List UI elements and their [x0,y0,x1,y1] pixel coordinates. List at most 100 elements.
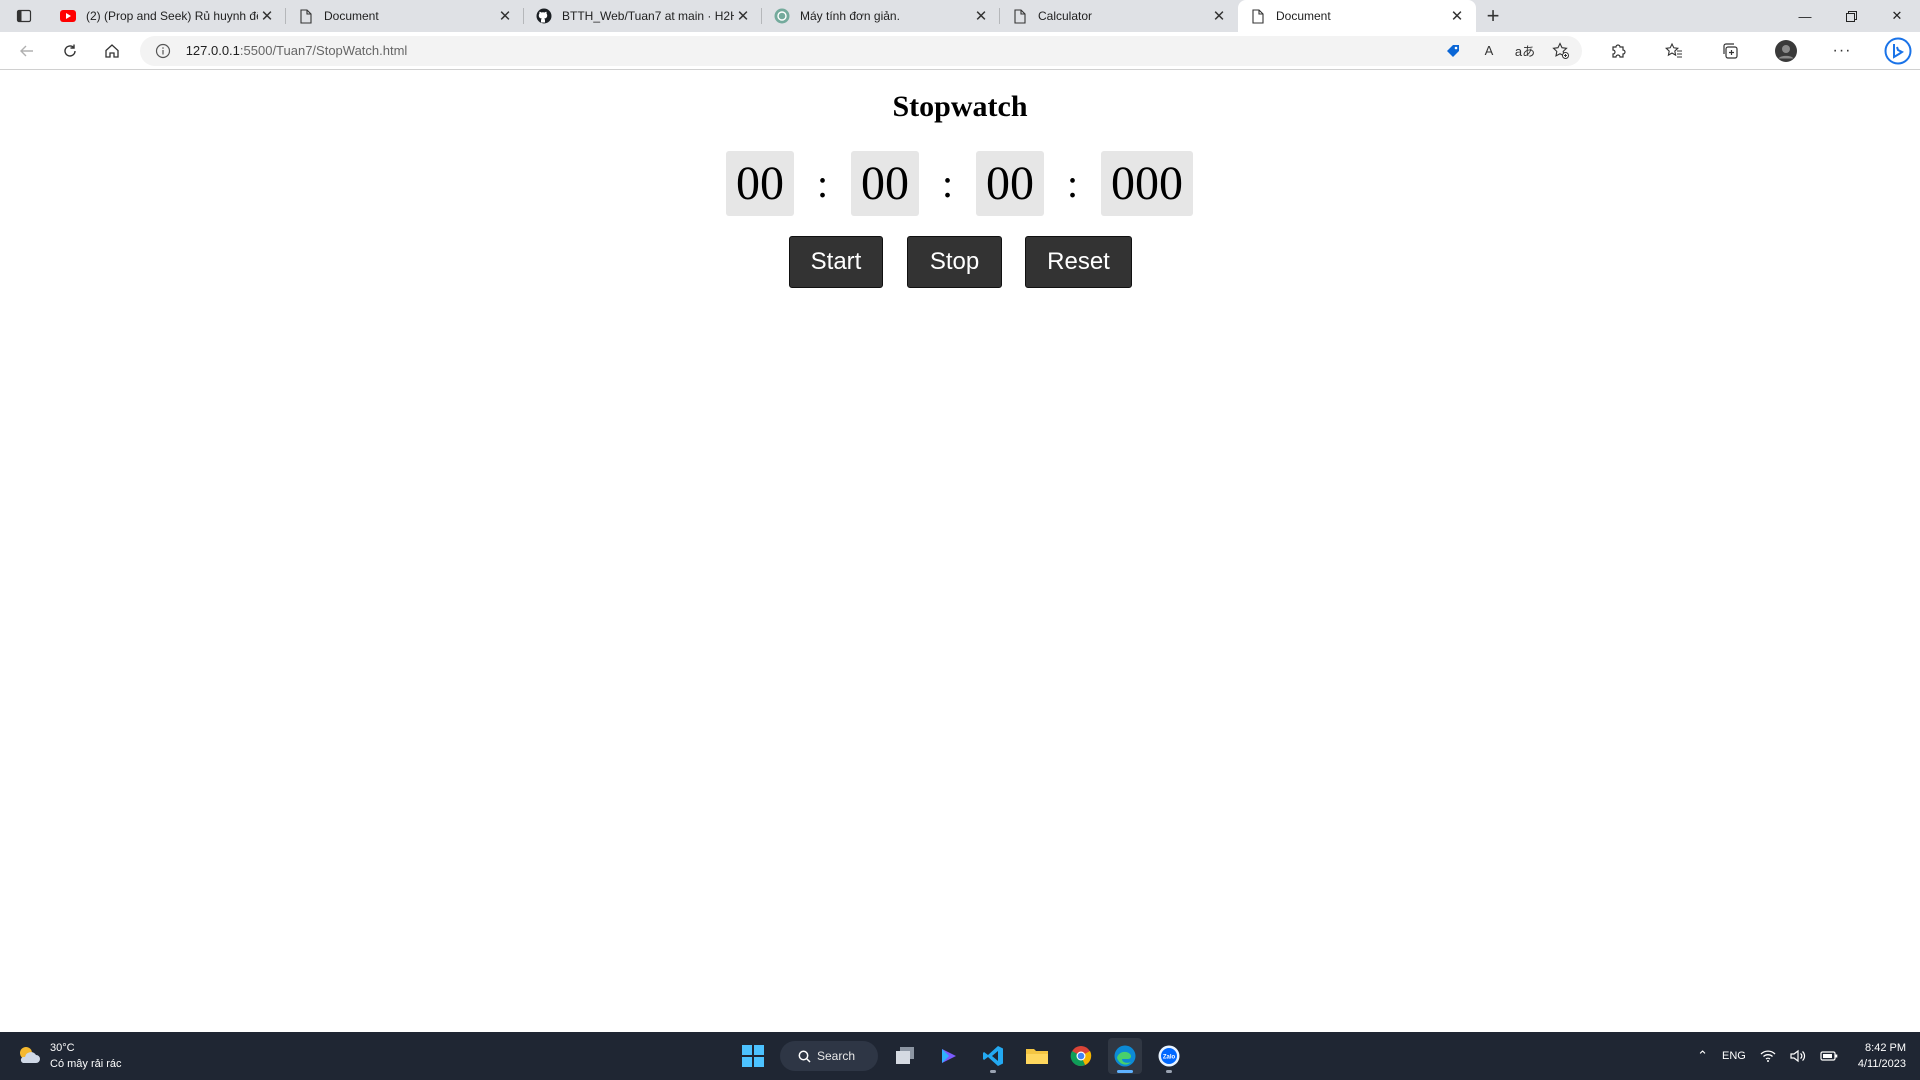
arrow-left-icon [20,45,34,56]
taskbar: 30°C Có mây rải rác Search Zalo ⌃ ENG 8:… [0,1032,1920,1080]
home-button[interactable] [91,35,134,67]
new-tab-button[interactable]: + [1476,0,1510,32]
tab-actions-icon [16,9,32,23]
favorites-button[interactable] [1652,35,1696,67]
address-bar-actions: A aあ [1442,40,1572,62]
vscode-icon [983,1046,1003,1066]
bing-icon [1884,37,1912,64]
puzzle-icon [1612,43,1626,58]
tab-title: Máy tính đơn giản. [800,9,900,23]
close-tab-icon[interactable]: ✕ [1210,7,1228,25]
file-explorer-app[interactable] [1020,1038,1054,1074]
openai-icon [774,8,790,24]
tab-github[interactable]: BTTH_Web/Tuan7 at main · H2H ✕ [524,0,762,32]
edge-icon [1114,1045,1136,1067]
close-tab-icon[interactable]: ✕ [734,7,752,25]
tab-calculator[interactable]: Calculator ✕ [1000,0,1238,32]
stop-button[interactable]: Stop [907,236,1002,288]
close-tab-icon[interactable]: ✕ [972,7,990,25]
chevron-up-icon[interactable]: ⌃ [1697,1048,1708,1064]
collections-icon [1723,42,1738,59]
youtube-icon [60,8,76,24]
tab-title: Calculator [1038,9,1093,23]
zalo-app[interactable]: Zalo [1152,1038,1186,1074]
chrome-app[interactable] [1064,1038,1098,1074]
partly-cloudy-icon [20,1047,40,1063]
milliseconds-display: 000 [1101,151,1193,216]
more-menu-button[interactable]: ··· [1820,35,1864,67]
tab-document-active[interactable]: Document ✕ [1238,0,1476,32]
page-icon [1012,8,1028,24]
close-tab-icon[interactable]: ✕ [258,7,276,25]
collections-button[interactable] [1708,35,1752,67]
back-button[interactable] [6,35,49,67]
separator: : [816,161,829,206]
toolbar-right: ··· [1596,35,1920,67]
extensions-button[interactable] [1596,35,1640,67]
chrome-icon [1070,1046,1092,1066]
address-bar[interactable]: 127.0.0.1:5500/Tuan7/StopWatch.html A aあ [139,35,1582,66]
reset-button[interactable]: Reset [1025,236,1132,288]
stopwatch-display: 00 : 00 : 00 : 000 [726,151,1193,216]
clock-time: 8:42 PM [1865,1042,1906,1054]
close-window-button[interactable]: ✕ [1874,0,1920,32]
minimize-icon: — [1798,8,1812,24]
start-menu-button[interactable] [736,1038,770,1074]
task-view-icon [896,1047,914,1064]
tab-title: Document [324,9,379,23]
restore-icon [1845,10,1857,22]
volume-icon[interactable] [1790,1049,1806,1063]
refresh-button[interactable] [49,35,92,67]
clock[interactable]: 8:42 PM 4/11/2023 [1858,1040,1906,1072]
github-icon [536,8,552,24]
start-button[interactable]: Start [789,236,883,288]
page-content: Stopwatch 00 : 00 : 00 : 000 Start Stop … [0,71,1920,1032]
tab-title: (2) (Prop and Seek) Rủ huynh đệ [86,9,258,23]
clock-date: 4/11/2023 [1857,1058,1906,1070]
minutes-display: 00 [851,151,919,216]
weather-widget[interactable]: 30°C Có mây rải rác [16,1040,122,1072]
stopwatch-controls: Start Stop Reset [789,236,1132,288]
tab-title: BTTH_Web/Tuan7 at main · H2H [562,9,734,23]
copilot-app[interactable] [932,1038,966,1074]
add-favorite-icon[interactable] [1550,40,1572,62]
vscode-app[interactable] [976,1038,1010,1074]
separator: : [1066,161,1079,206]
tab-document-1[interactable]: Document ✕ [286,0,524,32]
zalo-icon: Zalo [1158,1045,1180,1067]
url-text[interactable]: 127.0.0.1:5500/Tuan7/StopWatch.html [186,43,1442,58]
refresh-icon [64,44,76,57]
profile-button[interactable] [1764,35,1808,67]
bing-chat-button[interactable] [1876,35,1920,67]
taskbar-apps: Search Zalo [736,1038,1186,1074]
tab-actions-button[interactable] [0,0,48,32]
taskbar-search[interactable]: Search [780,1041,878,1071]
svg-text:Zalo: Zalo [1163,1055,1176,1061]
translate-icon[interactable]: aあ [1514,40,1536,62]
running-indicator [990,1070,996,1073]
page-icon [1250,8,1266,24]
info-icon[interactable] [154,42,172,60]
edge-app[interactable] [1108,1038,1142,1074]
battery-icon[interactable] [1820,1050,1838,1062]
task-view-button[interactable] [888,1038,922,1074]
system-tray: ⌃ ENG 8:42 PM 4/11/2023 [1697,1032,1906,1080]
home-icon [105,43,120,58]
language-indicator[interactable]: ENG [1722,1050,1746,1062]
separator: : [941,161,954,206]
more-icon: ··· [1832,41,1852,59]
close-tab-icon[interactable]: ✕ [1448,7,1466,25]
tab-youtube[interactable]: (2) (Prop and Seek) Rủ huynh đệ ✕ [48,0,286,32]
browser-toolbar: 127.0.0.1:5500/Tuan7/StopWatch.html A aあ… [0,32,1920,70]
page-title: Stopwatch [892,90,1028,123]
minimize-button[interactable]: — [1782,0,1828,32]
running-indicator [1117,1070,1133,1073]
restore-button[interactable] [1828,0,1874,32]
page-icon [298,8,314,24]
tab-chatgpt[interactable]: Máy tính đơn giản. ✕ [762,0,1000,32]
close-tab-icon[interactable]: ✕ [496,7,514,25]
read-aloud-icon[interactable]: A [1478,40,1500,62]
shopping-tag-icon[interactable] [1442,40,1464,62]
window-controls: — ✕ [1782,0,1920,32]
wifi-icon[interactable] [1760,1049,1776,1063]
